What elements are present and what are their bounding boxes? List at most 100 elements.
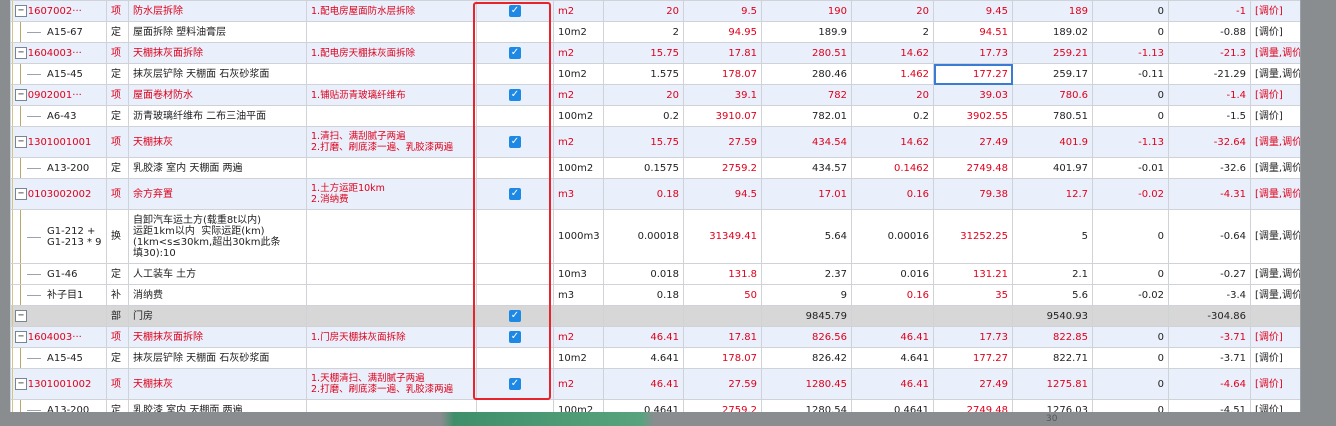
list-item-row[interactable]: −010103002002 项余方弃置 1.土方运距10km 2.消纳费 ✓ m3 0.1… — [10, 178, 1300, 210]
adjusted-price-cell[interactable]: 9.45 — [933, 0, 1013, 22]
feature-cell[interactable] — [306, 305, 477, 327]
quantity-cell[interactable]: 20 — [603, 84, 684, 106]
checkbox-cell[interactable]: ✓ — [476, 326, 554, 348]
checkbox-cell[interactable] — [476, 347, 554, 369]
adjusted-quantity-cell[interactable]: 0.2 — [851, 105, 934, 127]
quantity-cell[interactable]: 20 — [603, 0, 684, 22]
code-cell[interactable]: −010902001··· — [10, 84, 107, 106]
unit-price-cell[interactable]: 131.8 — [683, 263, 762, 285]
collapse-minus-icon[interactable]: − — [15, 89, 27, 101]
adjusted-price-cell[interactable]: 177.27 — [933, 63, 1013, 85]
section-row[interactable]: − 部门房 ✓ 9845.79 9540.93 -304.86 — [10, 305, 1300, 327]
quota-row[interactable]: A15-45 定抹灰层铲除 天棚面 石灰砂浆面 10m2 1.575 178.07 280… — [10, 63, 1300, 85]
name-cell[interactable]: 乳胶漆 室内 天棚面 两遍 — [128, 157, 307, 179]
unit-price-cell[interactable]: 27.59 — [683, 368, 762, 400]
quantity-cell[interactable]: 0.00018 — [603, 209, 684, 264]
adjusted-price-cell[interactable]: 39.03 — [933, 84, 1013, 106]
adjusted-quantity-cell[interactable] — [851, 305, 934, 327]
quantity-cell[interactable]: 15.75 — [603, 126, 684, 158]
adjusted-price-cell[interactable]: 27.49 — [933, 126, 1013, 158]
name-cell[interactable]: 屋面拆除 塑料油膏层 — [128, 21, 307, 43]
quantity-cell[interactable]: 1.575 — [603, 63, 684, 85]
adjusted-price-cell[interactable]: 31252.25 — [933, 209, 1013, 264]
collapse-minus-icon[interactable]: − — [15, 5, 27, 17]
quota-row[interactable]: A15-45 定抹灰层铲除 天棚面 石灰砂浆面 10m2 4.641 178.07 826… — [10, 347, 1300, 369]
adjusted-price-cell[interactable]: 94.51 — [933, 21, 1013, 43]
list-item-row[interactable]: −011301001001 项天棚抹灰 1.清扫、满刮腻子两遍 2.打磨、刷底漆一遍… — [10, 126, 1300, 158]
name-cell[interactable]: 自卸汽车运土方(载重8t以内) 运距1km以内 实际运距(km) (1km<s≤… — [128, 209, 307, 264]
checkbox-cell[interactable]: ✓ — [476, 84, 554, 106]
collapse-minus-icon[interactable]: − — [15, 331, 27, 343]
code-cell[interactable]: 补子目1 — [10, 284, 107, 306]
name-cell[interactable]: 抹灰层铲除 天棚面 石灰砂浆面 — [128, 347, 307, 369]
code-cell[interactable]: −010103002002 — [10, 178, 107, 210]
checkbox-cell[interactable]: ✓ — [476, 368, 554, 400]
list-item-row[interactable]: −010902001··· 项屋面卷材防水 1.铺贴沥青玻璃纤维布 ✓ m2 20 39.1… — [10, 84, 1300, 106]
collapse-minus-icon[interactable]: − — [15, 378, 27, 390]
code-cell[interactable]: −011604003··· — [10, 42, 107, 64]
quota-row[interactable]: A6-43 定沥青玻璃纤维布 二布三油平面 100m2 0.2 3910.07 782.0… — [10, 105, 1300, 127]
checkbox-cell[interactable]: ✓ — [476, 305, 554, 327]
checkbox-cell[interactable] — [476, 63, 554, 85]
unit-price-cell[interactable]: 94.95 — [683, 21, 762, 43]
name-cell[interactable]: 天棚抹灰 — [128, 126, 307, 158]
adjusted-quantity-cell[interactable]: 0.00016 — [851, 209, 934, 264]
code-cell[interactable]: G1-46 — [10, 263, 107, 285]
unit-price-cell[interactable]: 17.81 — [683, 326, 762, 348]
quota-row[interactable]: A13-200 定乳胶漆 室内 天棚面 两遍 100m2 0.1575 2759.2 43… — [10, 157, 1300, 179]
name-cell[interactable]: 人工装车 土方 — [128, 263, 307, 285]
checkbox-checked-icon[interactable]: ✓ — [509, 89, 521, 101]
feature-cell[interactable]: 1.清扫、满刮腻子两遍 2.打磨、刷底漆一遍、乳胶漆两遍 — [306, 126, 477, 158]
code-cell[interactable]: −011607002··· — [10, 0, 107, 22]
unit-price-cell[interactable]: 178.07 — [683, 63, 762, 85]
collapse-minus-icon[interactable]: − — [15, 136, 27, 148]
adjusted-price-cell[interactable]: 17.73 — [933, 326, 1013, 348]
list-item-row[interactable]: −011604003··· 项天棚抹灰面拆除 1.门房天棚抹灰面拆除 ✓ m2 46.41… — [10, 326, 1300, 348]
quota-row[interactable]: 补子目1 补消纳费 m3 0.18 50 9 0.16 35 5.6 -0.02 -3.4 [调量,调… — [10, 284, 1300, 306]
checkbox-cell[interactable] — [476, 284, 554, 306]
adjusted-quantity-cell[interactable]: 46.41 — [851, 368, 934, 400]
name-cell[interactable]: 沥青玻璃纤维布 二布三油平面 — [128, 105, 307, 127]
adjusted-price-cell[interactable]: 177.27 — [933, 347, 1013, 369]
name-cell[interactable]: 天棚抹灰 — [128, 368, 307, 400]
checkbox-cell[interactable] — [476, 105, 554, 127]
code-cell[interactable]: A15-45 — [10, 347, 107, 369]
feature-cell[interactable]: 1.土方运距10km 2.消纳费 — [306, 178, 477, 210]
adjusted-quantity-cell[interactable]: 1.462 — [851, 63, 934, 85]
checkbox-checked-icon[interactable]: ✓ — [509, 5, 521, 17]
unit-price-cell[interactable] — [683, 305, 762, 327]
code-cell[interactable]: A15-45 — [10, 63, 107, 85]
collapse-minus-icon[interactable]: − — [15, 47, 27, 59]
adjusted-quantity-cell[interactable]: 20 — [851, 0, 934, 22]
adjusted-price-cell[interactable]: 79.38 — [933, 178, 1013, 210]
code-cell[interactable]: −011301001001 — [10, 126, 107, 158]
feature-cell[interactable] — [306, 263, 477, 285]
feature-cell[interactable]: 1.配电房屋面防水层拆除 — [306, 0, 477, 22]
adjusted-price-cell[interactable]: 131.21 — [933, 263, 1013, 285]
feature-cell[interactable] — [306, 209, 477, 264]
adjusted-price-cell[interactable]: 27.49 — [933, 368, 1013, 400]
list-item-row[interactable]: −011301001002 项天棚抹灰 1.天棚清扫、满刮腻子两遍 2.打磨、刷底漆… — [10, 368, 1300, 400]
quantity-cell[interactable]: 15.75 — [603, 42, 684, 64]
checkbox-cell[interactable]: ✓ — [476, 178, 554, 210]
adjusted-quantity-cell[interactable]: 20 — [851, 84, 934, 106]
adjusted-price-cell[interactable] — [933, 305, 1013, 327]
list-item-row[interactable]: −011607002··· 项防水层拆除 1.配电房屋面防水层拆除 ✓ m2 20 9.5 1… — [10, 0, 1300, 22]
checkbox-cell[interactable]: ✓ — [476, 0, 554, 22]
name-cell[interactable]: 余方弃置 — [128, 178, 307, 210]
adjusted-price-cell[interactable]: 2749.48 — [933, 157, 1013, 179]
name-cell[interactable]: 天棚抹灰面拆除 — [128, 42, 307, 64]
checkbox-checked-icon[interactable]: ✓ — [509, 47, 521, 59]
adjusted-price-cell[interactable]: 35 — [933, 284, 1013, 306]
feature-cell[interactable] — [306, 21, 477, 43]
adjusted-quantity-cell[interactable]: 0.1462 — [851, 157, 934, 179]
checkbox-cell[interactable]: ✓ — [476, 42, 554, 64]
name-cell[interactable]: 天棚抹灰面拆除 — [128, 326, 307, 348]
unit-price-cell[interactable]: 39.1 — [683, 84, 762, 106]
adjusted-quantity-cell[interactable]: 4.641 — [851, 347, 934, 369]
code-cell[interactable]: A15-67 — [10, 21, 107, 43]
code-cell[interactable]: −011301001002 — [10, 368, 107, 400]
name-cell[interactable]: 消纳费 — [128, 284, 307, 306]
feature-cell[interactable] — [306, 347, 477, 369]
quantity-cell[interactable] — [603, 305, 684, 327]
